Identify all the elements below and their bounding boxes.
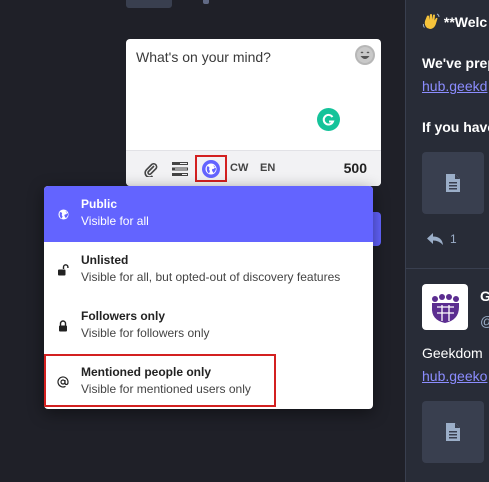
globe-icon — [57, 208, 69, 220]
post-link[interactable]: hub.geekd — [422, 78, 487, 94]
column-header-fragment — [203, 0, 209, 4]
character-counter: 500 — [343, 160, 367, 176]
post-text-line: If you have — [422, 119, 489, 135]
reply-icon — [427, 233, 443, 245]
attachment-card[interactable] — [422, 152, 484, 214]
grammarly-icon[interactable] — [317, 108, 340, 131]
post-heading: **Welc — [422, 12, 487, 30]
content-warning-button[interactable]: CW — [230, 162, 248, 174]
document-icon — [446, 423, 460, 441]
option-title: Followers only — [81, 309, 166, 323]
post-handle: @ — [480, 313, 489, 329]
privacy-button[interactable] — [195, 155, 227, 182]
post-heading-text: **Welc — [443, 14, 488, 30]
post-text-line: Geekdom — [422, 345, 483, 361]
privacy-option-followers[interactable]: Followers only Visible for followers onl… — [44, 298, 373, 354]
option-description: Visible for followers only — [81, 326, 210, 340]
post-divider — [406, 268, 489, 269]
compose-form: What's on your mind? CW EN 500 — [126, 39, 381, 186]
option-title: Unlisted — [81, 253, 129, 267]
geekdom-logo-icon — [427, 289, 463, 325]
avatar[interactable] — [422, 284, 468, 330]
lock-icon — [57, 320, 69, 332]
reply-button[interactable]: 1 — [426, 232, 457, 246]
unlock-icon — [57, 264, 69, 276]
home-timeline-column: **Welc We've prep hub.geekd If you have … — [405, 0, 489, 482]
option-description: Visible for all, but opted-out of discov… — [81, 270, 341, 284]
language-button[interactable]: EN — [260, 162, 275, 174]
attachment-card[interactable] — [422, 401, 484, 463]
emoji-icon[interactable] — [355, 45, 375, 65]
poll-icon[interactable] — [170, 160, 190, 178]
highlight-box — [44, 354, 276, 407]
option-title: Public — [81, 197, 118, 211]
globe-icon — [202, 159, 220, 178]
privacy-dropdown: Public Visible for all Unlisted Visible … — [44, 186, 373, 409]
privacy-option-public[interactable]: Public Visible for all — [44, 186, 373, 242]
post-link[interactable]: hub.geeko — [422, 368, 487, 384]
option-description: Visible for all — [81, 214, 149, 228]
reply-count: 1 — [450, 232, 457, 246]
post-text-line: We've prep — [422, 55, 489, 71]
waving-hand-icon — [422, 12, 440, 30]
document-icon — [446, 174, 460, 192]
post-author[interactable]: G — [480, 288, 489, 304]
privacy-option-unlisted[interactable]: Unlisted Visible for all, but opted-out … — [44, 242, 373, 298]
paperclip-icon[interactable] — [142, 160, 160, 178]
compose-toolbar: CW EN 500 — [126, 150, 381, 186]
column-header-button[interactable] — [126, 0, 172, 8]
compose-textarea[interactable]: What's on your mind? — [136, 49, 271, 65]
